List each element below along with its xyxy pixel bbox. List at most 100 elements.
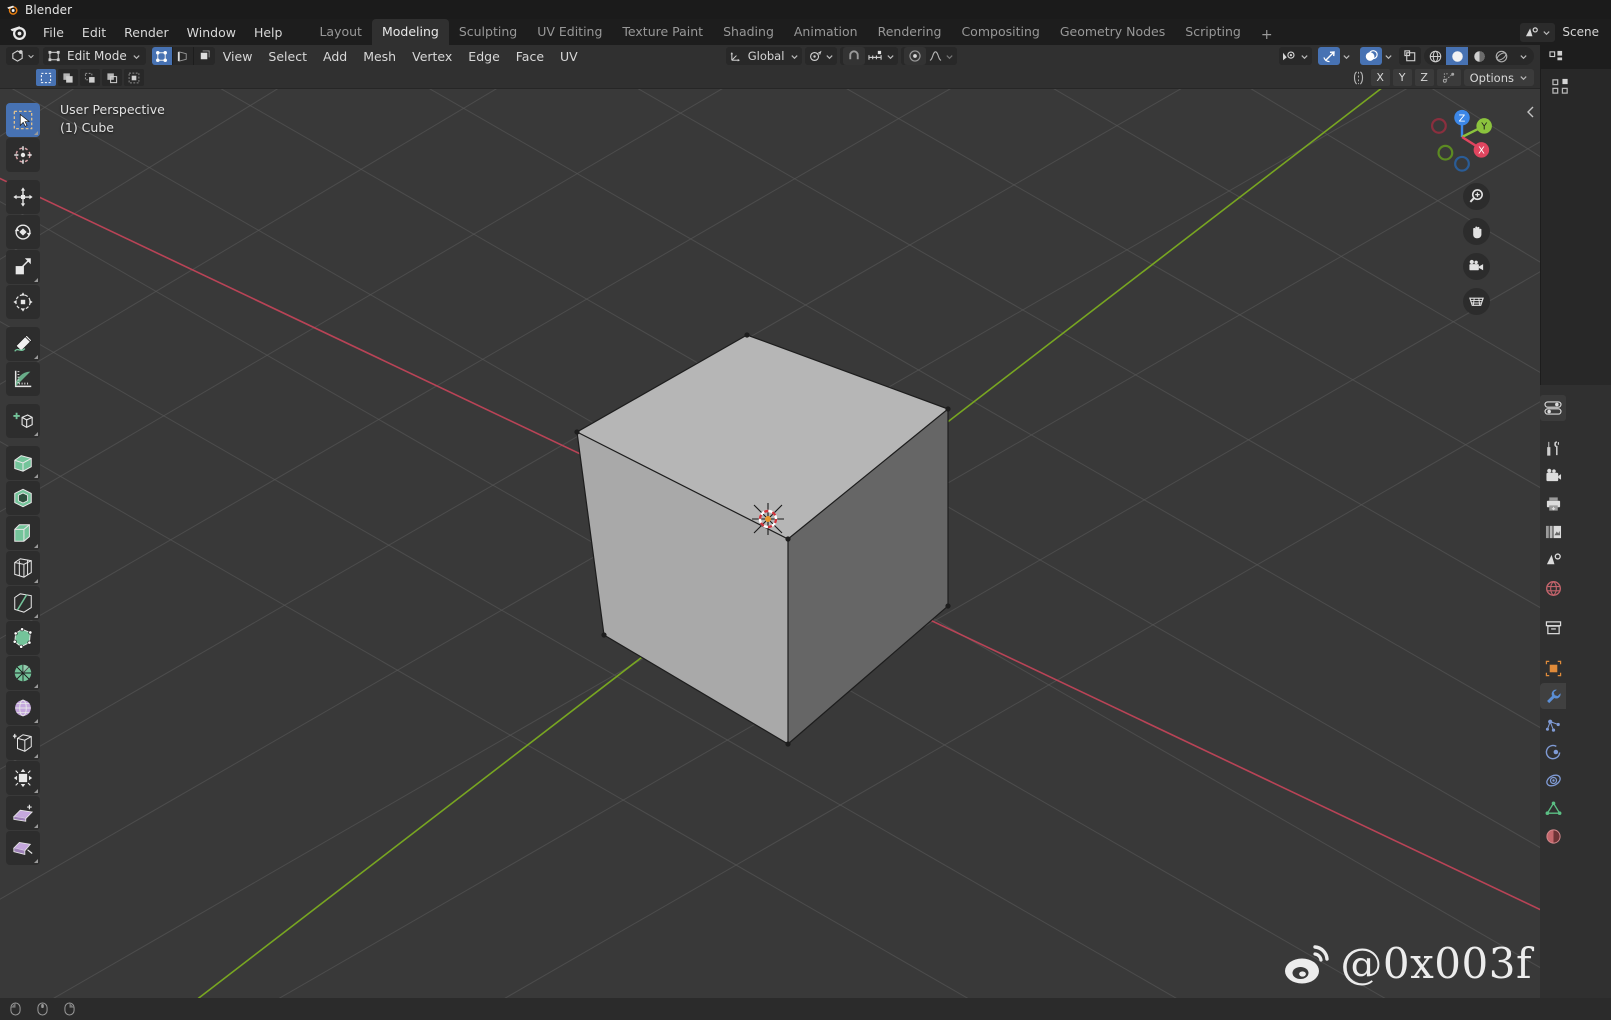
measure-tool[interactable] <box>6 362 40 396</box>
overlays-icon[interactable] <box>1360 47 1382 65</box>
shading-material-button[interactable] <box>1468 47 1490 65</box>
tab-compositing[interactable]: Compositing <box>951 19 1049 45</box>
tab-sculpting[interactable]: Sculpting <box>449 19 527 45</box>
pivot-point-selector[interactable] <box>805 47 838 65</box>
rotate-tool[interactable] <box>6 215 40 249</box>
edge-slide-tool[interactable] <box>6 726 40 760</box>
tab-modeling[interactable]: Modeling <box>371 19 449 45</box>
menu-face[interactable]: Face <box>508 47 552 66</box>
mirror-z-button[interactable]: Z <box>1414 69 1434 86</box>
smooth-tool[interactable] <box>6 691 40 725</box>
properties-editor-icon[interactable] <box>1540 395 1566 421</box>
toggle-perspective-button[interactable] <box>1463 288 1490 315</box>
menu-mesh[interactable]: Mesh <box>355 47 404 66</box>
snap-increment-icon[interactable] <box>867 49 884 63</box>
annotate-tool[interactable] <box>6 327 40 361</box>
tab-layout[interactable]: Layout <box>309 19 372 45</box>
scene-selector[interactable] <box>1520 22 1556 42</box>
gizmo-icon[interactable] <box>1318 47 1340 65</box>
tab-output[interactable] <box>1540 491 1566 517</box>
menu-render[interactable]: Render <box>115 22 178 43</box>
mirror-y-button[interactable]: Y <box>1392 69 1412 86</box>
tab-modifiers[interactable] <box>1540 683 1566 709</box>
proportional-editing-icon[interactable] <box>904 47 927 65</box>
edge-select-mode-button[interactable] <box>172 47 194 65</box>
bevel-tool[interactable] <box>6 516 40 550</box>
3d-viewport[interactable]: User Perspective (1) Cube Z Y X @0x003f <box>0 89 1540 998</box>
move-tool[interactable] <box>6 180 40 214</box>
tab-scene[interactable] <box>1540 547 1566 573</box>
tab-object-data[interactable] <box>1540 795 1566 821</box>
tab-tool[interactable] <box>1540 435 1566 461</box>
shading-wireframe-button[interactable] <box>1424 47 1446 65</box>
chevron-down-icon[interactable] <box>945 52 954 61</box>
select-extend-button[interactable] <box>58 69 78 86</box>
select-set-button[interactable] <box>36 69 56 86</box>
knife-tool[interactable] <box>6 586 40 620</box>
cursor-tool[interactable] <box>6 138 40 172</box>
tab-shading[interactable]: Shading <box>713 19 784 45</box>
tab-particles[interactable] <box>1540 711 1566 737</box>
menu-window[interactable]: Window <box>178 22 245 43</box>
menu-edit[interactable]: Edit <box>73 22 115 43</box>
snap-magnet-icon[interactable] <box>843 47 866 65</box>
outliner-icon[interactable] <box>1549 50 1564 64</box>
toggle-xray-icon[interactable] <box>1399 47 1421 65</box>
scale-tool[interactable] <box>6 250 40 284</box>
poly-build-tool[interactable] <box>6 621 40 655</box>
falloff-smooth-icon[interactable] <box>928 49 943 63</box>
shading-options-chevron-icon[interactable] <box>1512 47 1534 65</box>
tab-physics[interactable] <box>1540 739 1566 765</box>
interaction-mode-selector[interactable]: Edit Mode <box>43 47 146 65</box>
rip-region-tool[interactable] <box>6 831 40 865</box>
add-workspace-button[interactable]: + <box>1251 25 1283 45</box>
zoom-view-button[interactable] <box>1463 183 1490 210</box>
vertex-select-mode-button[interactable] <box>151 47 173 65</box>
face-select-mode-button[interactable] <box>193 47 215 65</box>
tweak-select-box-tool[interactable] <box>6 103 40 137</box>
tab-render[interactable] <box>1540 463 1566 489</box>
tab-uv-editing[interactable]: UV Editing <box>527 19 612 45</box>
transform-tool[interactable] <box>6 285 40 319</box>
toggle-camera-button[interactable] <box>1463 253 1490 280</box>
shading-rendered-button[interactable] <box>1490 47 1512 65</box>
tab-material[interactable] <box>1540 823 1566 849</box>
select-invert-button[interactable] <box>102 69 122 86</box>
tab-constraints[interactable] <box>1540 767 1566 793</box>
chevron-down-icon[interactable] <box>1384 52 1393 61</box>
menu-file[interactable]: File <box>34 22 73 43</box>
inset-faces-tool[interactable] <box>6 481 40 515</box>
blender-logo-icon[interactable] <box>8 22 28 42</box>
tab-world[interactable] <box>1540 575 1566 601</box>
tab-scripting[interactable]: Scripting <box>1175 19 1251 45</box>
menu-vertex[interactable]: Vertex <box>404 47 460 66</box>
tab-animation[interactable]: Animation <box>784 19 868 45</box>
menu-edge[interactable]: Edge <box>460 47 507 66</box>
select-intersect-button[interactable] <box>124 69 144 86</box>
transform-orientation-selector[interactable]: Global <box>725 47 803 65</box>
loop-cut-tool[interactable] <box>6 551 40 585</box>
tab-view-layer[interactable] <box>1540 519 1566 545</box>
spin-tool[interactable] <box>6 656 40 690</box>
tab-geometry-nodes[interactable]: Geometry Nodes <box>1050 19 1175 45</box>
outliner-item-collection[interactable] <box>1541 69 1611 95</box>
menu-add[interactable]: Add <box>315 47 355 66</box>
navigation-gizmo[interactable]: Z Y X <box>1426 101 1498 173</box>
add-cube-tool[interactable] <box>6 404 40 438</box>
pan-view-button[interactable] <box>1463 218 1490 245</box>
menu-select[interactable]: Select <box>260 47 315 66</box>
options-button[interactable]: Options <box>1463 69 1534 86</box>
menu-help[interactable]: Help <box>245 22 292 43</box>
tab-rendering[interactable]: Rendering <box>868 19 952 45</box>
tab-collection[interactable] <box>1540 615 1566 641</box>
tab-object[interactable] <box>1540 655 1566 681</box>
shear-tool[interactable] <box>6 796 40 830</box>
select-subtract-button[interactable] <box>80 69 100 86</box>
shrink-fatten-tool[interactable] <box>6 761 40 795</box>
chevron-down-icon[interactable] <box>1342 52 1351 61</box>
extrude-region-tool[interactable] <box>6 446 40 480</box>
auto-merge-icon[interactable] <box>1436 69 1461 86</box>
menu-view[interactable]: View <box>215 47 261 66</box>
tab-texture-paint[interactable]: Texture Paint <box>612 19 713 45</box>
editor-type-selector[interactable] <box>6 47 39 65</box>
